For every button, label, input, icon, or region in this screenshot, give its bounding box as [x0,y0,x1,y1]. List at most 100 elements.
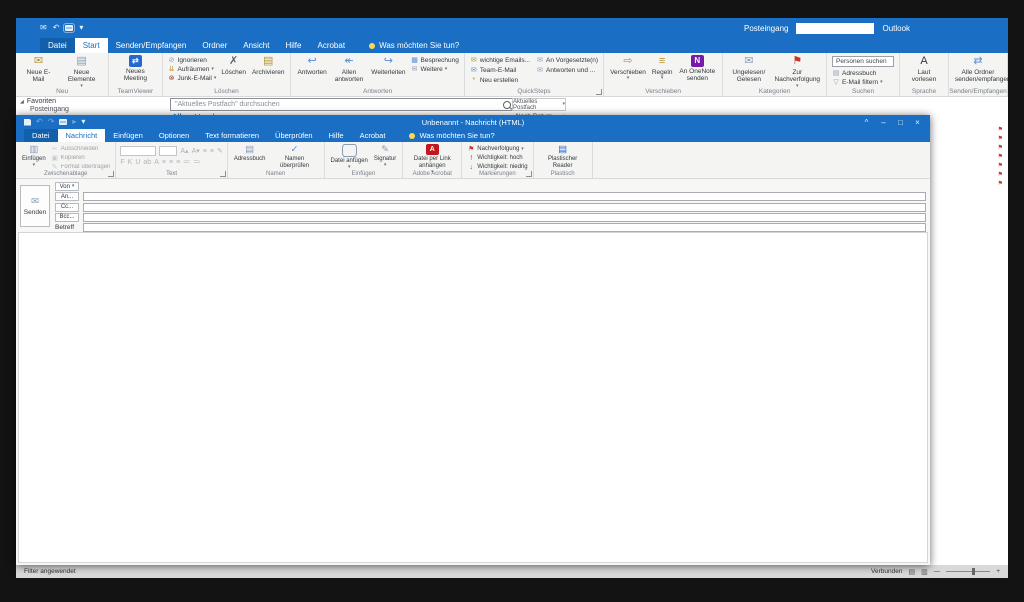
neues-meeting-button[interactable]: ⇄Neues Meeting [112,55,158,83]
tab-datei[interactable]: Datei [24,129,58,142]
tab-ordner[interactable]: Ordner [194,38,235,53]
wichtigkeit-niedrig-button[interactable]: ↓Wichtigkeit: niedrig [467,163,527,171]
redo-icon[interactable]: ↷ [48,118,55,126]
to-button[interactable]: An... [55,192,79,201]
font-size-box[interactable] [159,146,177,156]
text-format-icon[interactable]: A▾ [192,148,200,155]
neu-erstellen-button[interactable]: *Neu erstellen [470,76,530,84]
kopieren-button[interactable]: ▣Kopieren [51,154,111,162]
minimize-button[interactable]: – [875,118,892,127]
personen-suchen-box[interactable]: Personen suchen [832,56,894,67]
save-icon[interactable] [24,119,31,126]
archivieren-button[interactable]: ▤Archivieren [249,55,288,76]
follow-up-flag-icon[interactable]: ⚑ [998,154,1003,160]
nachverfolgung-button[interactable]: ⚑Nachverfolgung▾ [467,145,527,153]
text-format-icon[interactable]: A [154,159,159,166]
bcc-input[interactable] [83,213,926,222]
tab-optionen[interactable]: Optionen [151,129,197,142]
adressbuch-button[interactable]: ▤Adressbuch [231,144,269,163]
zoom-slider[interactable] [946,571,990,572]
e-mail-filtern-button[interactable]: ▽E-Mail filtern▾ [832,78,894,86]
dialog-launcher-button[interactable] [526,171,532,177]
text-format-icon[interactable]: ≔ [183,159,190,166]
cc-button[interactable]: Cc... [55,203,79,212]
from-button[interactable]: Von▾ [55,182,79,191]
maximize-button[interactable]: □ [892,118,909,127]
löschen-button[interactable]: ✗Löschen [218,55,249,76]
tab-datei[interactable]: Datei [40,38,75,53]
zur-nachverfolgung-button[interactable]: ⚑Zur Nachverfolgung▾ [772,55,824,89]
font-family-box[interactable] [120,146,156,156]
tab-acrobat[interactable]: Acrobat [309,38,353,53]
ausschneiden-button[interactable]: ✂Ausschneiden [51,145,111,153]
print-icon[interactable] [65,25,73,31]
follow-up-flag-icon[interactable]: ⚑ [998,181,1003,187]
subject-input[interactable] [83,223,926,232]
ribbon-display-options-button[interactable]: ^ [858,118,875,127]
wichtige-emails-button[interactable]: ✉wichtige Emails... [470,56,530,64]
text-format-icon[interactable]: ≡ [210,148,214,155]
junk-e-mail-button[interactable]: ⊗Junk-E-Mail▾ [168,74,217,82]
undo-icon[interactable]: ↶ [53,24,60,32]
verschieben-button[interactable]: ⇨Verschieben▾ [607,55,649,81]
allen-antworten-button[interactable]: ↞Allen antworten [330,55,369,84]
text-format-icon[interactable]: ≡ [162,159,166,166]
neue-elemente-button[interactable]: ▤Neue Elemente▾ [58,55,105,89]
text-format-icon[interactable]: ab [143,159,151,166]
tab-einfügen[interactable]: Einfügen [105,129,151,142]
text-format-icon[interactable]: ≡ [203,148,207,155]
aufräumen-button[interactable]: ⇊Aufräumen▾ [168,65,217,73]
datei-anfügen-button[interactable]: Datei anfügen▾ [328,144,371,170]
tab-nachricht[interactable]: Nachricht [58,129,106,142]
touch-mode-icon[interactable]: ▸ [72,118,76,126]
zoom-out-button[interactable]: — [934,568,941,575]
tab-überprüfen[interactable]: Überprüfen [267,129,321,142]
to-input[interactable] [83,192,926,201]
besprechung-button[interactable]: ▦Besprechung [411,56,459,64]
regeln-button[interactable]: ≡Regeln▾ [649,55,676,81]
search-scope-dropdown[interactable]: Aktuelles Postfach ▾ [512,98,566,111]
folder-item-posteingang[interactable]: Posteingang [20,106,164,113]
namen-überprüfen-button[interactable]: ✓Namen überprüfen [269,144,321,170]
ungelesen-gelesen-button[interactable]: ✉Ungelesen/ Gelesen [726,55,771,84]
plastischer-reader-button[interactable]: ▤Plastischer Reader [537,144,589,170]
ignorieren-button[interactable]: ⊘Ignorieren [168,56,217,64]
zoom-in-button[interactable]: + [996,568,1000,575]
text-format-icon[interactable]: ≕ [193,159,200,166]
tab-start[interactable]: Start [75,38,108,53]
reading-view-icon[interactable]: ▥ [921,568,928,576]
tab-senden-empfangen[interactable]: Senden/Empfangen [108,38,195,53]
format-übertragen-button[interactable]: ✎Format übertragen [51,163,111,171]
text-format-icon[interactable]: U [135,159,140,166]
dialog-launcher-button[interactable] [596,89,602,95]
follow-up-flag-icon[interactable]: ⚑ [998,163,1003,169]
alle-ordner-senden-empfangen-button[interactable]: ⇄Alle Ordner senden/empfangen [952,55,1004,84]
print-icon[interactable] [59,119,67,125]
weiterleiten-button[interactable]: ↪Weiterleiten [368,55,408,76]
text-format-icon[interactable]: F [120,159,124,166]
weitere-button[interactable]: ✉Weitere▾ [411,65,459,73]
wichtigkeit-hoch-button[interactable]: !Wichtigkeit: hoch [467,154,527,162]
tab-hilfe[interactable]: Hilfe [277,38,309,53]
neue-e-mail-button[interactable]: ✉Neue E-Mail [19,55,58,84]
tell-me-box[interactable]: Was möchten Sie tun? [403,129,500,142]
follow-up-flag-icon[interactable]: ⚑ [998,145,1003,151]
an-onenote-senden-button[interactable]: NAn OneNote senden [675,55,719,83]
qat-menu-icon[interactable]: ▾ [79,24,83,32]
normal-view-icon[interactable]: ▤ [908,568,915,576]
close-button[interactable]: × [909,118,926,127]
qat-menu-icon[interactable]: ▾ [81,118,85,126]
tab-hilfe[interactable]: Hilfe [321,129,352,142]
dialog-launcher-button[interactable] [220,171,226,177]
search-input[interactable]: "Aktuelles Postfach" durchsuchen [170,98,516,111]
zoom-slider-handle[interactable] [972,568,975,575]
dialog-launcher-button[interactable] [108,171,114,177]
einfügen-button[interactable]: ▥Einfügen▾ [19,144,49,168]
tell-me-box[interactable]: Was möchten Sie tun? [363,38,465,53]
laut-vorlesen-button[interactable]: ALaut vorlesen [903,55,945,84]
cc-input[interactable] [83,203,926,212]
bcc-button[interactable]: Bcc... [55,213,79,222]
text-format-icon[interactable]: ≡ [176,159,180,166]
text-format-icon[interactable]: K [128,159,133,166]
adressbuch-button[interactable]: ▤Adressbuch [832,69,894,77]
